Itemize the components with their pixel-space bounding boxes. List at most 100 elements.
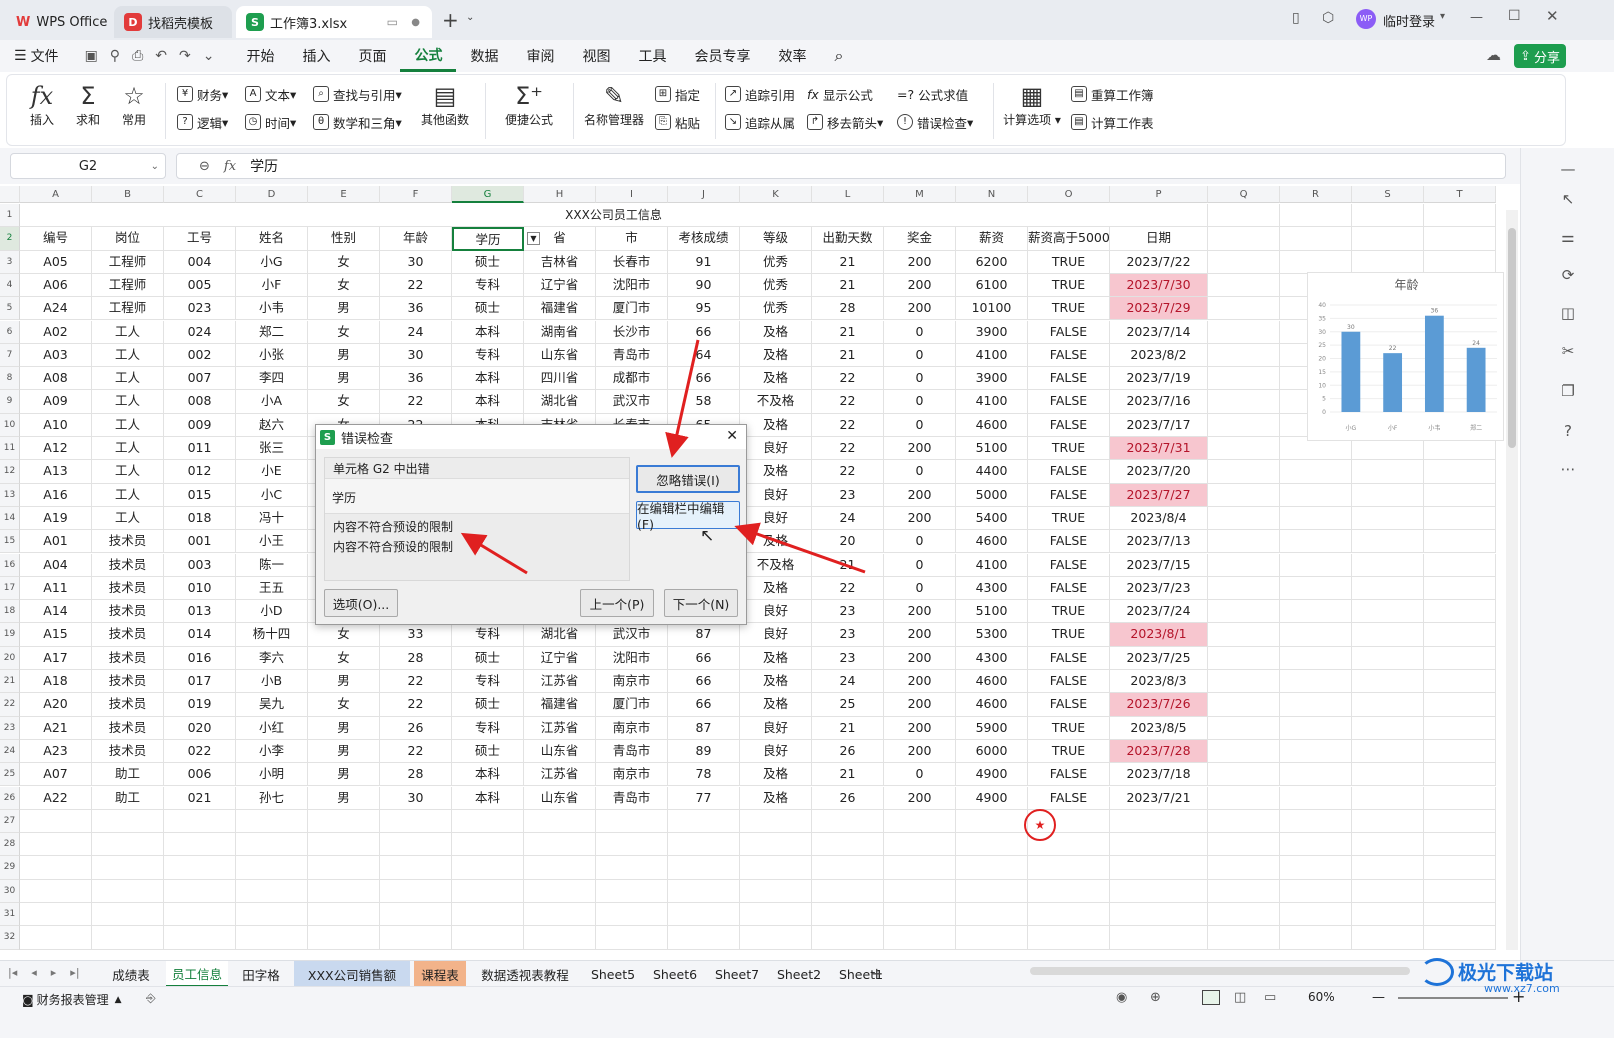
table-row-cell[interactable]: 21 <box>812 553 884 577</box>
add-sheet-icon[interactable]: + <box>870 964 883 983</box>
table-row-cell[interactable]: 工人 <box>92 343 164 368</box>
tab-template[interactable]: D 找稻壳模板 <box>114 6 232 38</box>
table-cell[interactable] <box>1110 903 1208 927</box>
table-cell[interactable] <box>380 833 452 857</box>
table-row-cell[interactable]: 77 <box>668 786 740 810</box>
table-row-cell[interactable]: 4300 <box>956 576 1028 601</box>
avatar[interactable]: WP <box>1356 9 1376 29</box>
table-cell[interactable] <box>1208 273 1280 298</box>
chevron-down-icon[interactable]: ⌄ <box>151 161 159 172</box>
table-row-cell[interactable]: 技术员 <box>92 530 164 554</box>
table-row-cell[interactable]: 21 <box>812 250 884 274</box>
table-row-cell[interactable]: 专科 <box>452 343 524 368</box>
table-row-cell[interactable]: 南京市 <box>596 670 668 694</box>
table-cell[interactable] <box>1424 483 1496 507</box>
table-row-cell[interactable]: 66 <box>668 693 740 717</box>
table-cell[interactable] <box>380 879 452 903</box>
table-row-cell[interactable]: 良好 <box>740 437 812 461</box>
table-row-cell[interactable]: 助工 <box>92 786 164 810</box>
table-row-cell[interactable]: FALSE <box>1028 763 1110 787</box>
table-row-cell[interactable]: A24 <box>20 297 92 321</box>
table-cell[interactable] <box>1424 879 1496 903</box>
sheet-tab[interactable]: 成绩表 <box>100 961 162 987</box>
table-cell[interactable] <box>1208 297 1280 321</box>
table-cell[interactable] <box>164 809 236 834</box>
table-row-cell[interactable]: 工人 <box>92 413 164 437</box>
table-row-cell[interactable]: 89 <box>668 739 740 764</box>
table-cell[interactable] <box>1424 833 1496 857</box>
table-row-cell[interactable]: A10 <box>20 413 92 437</box>
table-cell[interactable] <box>1280 576 1352 601</box>
unsaved-dot-icon[interactable]: ● <box>411 17 420 28</box>
more-icon[interactable]: ⋯ <box>1557 458 1579 480</box>
table-cell[interactable] <box>1208 856 1280 880</box>
table-row-cell[interactable]: 001 <box>164 530 236 554</box>
row-header[interactable]: 12 <box>0 460 20 484</box>
table-cell[interactable] <box>1028 903 1110 927</box>
sheet-tab[interactable]: 数据透视表教程 <box>470 961 580 987</box>
table-row-cell[interactable]: 023 <box>164 297 236 321</box>
table-cell[interactable] <box>1208 600 1280 624</box>
table-row-cell[interactable]: 李六 <box>236 646 308 670</box>
table-cell[interactable] <box>1424 600 1496 624</box>
table-cell[interactable] <box>1280 879 1352 903</box>
table-cell[interactable] <box>236 833 308 857</box>
table-row-cell[interactable]: 小王 <box>236 530 308 554</box>
table-row-cell[interactable]: 小C <box>236 483 308 507</box>
eye-icon[interactable]: ◉ <box>1116 990 1127 1005</box>
tab-workbook[interactable]: S 工作簿3.xlsx ▭ ● <box>236 6 432 38</box>
table-cell[interactable] <box>596 903 668 927</box>
table-row-cell[interactable]: FALSE <box>1028 483 1110 507</box>
sheet-title[interactable]: XXX公司员工信息 <box>20 204 1208 228</box>
table-cell[interactable] <box>740 833 812 857</box>
minimize-icon[interactable]: — <box>1470 10 1483 25</box>
table-row-cell[interactable]: 200 <box>884 693 956 717</box>
table-row-cell[interactable]: 南京市 <box>596 716 668 740</box>
table-cell[interactable] <box>1208 437 1280 461</box>
table-row-cell[interactable]: 江苏省 <box>524 763 596 787</box>
table-row-cell[interactable]: 24 <box>812 670 884 694</box>
table-cell[interactable] <box>1352 227 1424 251</box>
table-cell[interactable] <box>1352 460 1424 484</box>
table-row-cell[interactable]: 005 <box>164 273 236 298</box>
column-header[interactable]: N <box>956 186 1028 203</box>
table-row-cell[interactable]: 女 <box>308 646 380 670</box>
header-cell[interactable]: 市 <box>596 227 668 251</box>
table-row-cell[interactable]: 022 <box>164 739 236 764</box>
table-row-cell[interactable]: 26 <box>380 716 452 740</box>
table-row-cell[interactable]: 010 <box>164 576 236 601</box>
table-cell[interactable] <box>1280 646 1352 670</box>
table-row-cell[interactable]: 及格 <box>740 693 812 717</box>
table-row-cell[interactable]: 优秀 <box>740 250 812 274</box>
normal-view-icon[interactable] <box>1202 990 1220 1005</box>
table-row-cell[interactable]: A01 <box>20 530 92 554</box>
table-row-cell[interactable]: 工人 <box>92 437 164 461</box>
table-row-cell[interactable]: 杨十四 <box>236 623 308 647</box>
table-row-cell[interactable]: 24 <box>812 506 884 531</box>
table-row-cell[interactable]: 2023/7/13 <box>1110 530 1208 554</box>
maximize-icon[interactable]: ☐ <box>1508 8 1521 24</box>
table-row-cell[interactable]: 26 <box>812 739 884 764</box>
table-row-cell[interactable]: 优秀 <box>740 273 812 298</box>
table-row-cell[interactable]: 2023/7/21 <box>1110 786 1208 810</box>
row-header[interactable]: 9 <box>0 390 20 414</box>
row-header[interactable]: 28 <box>0 833 20 857</box>
table-cell[interactable] <box>1280 250 1352 274</box>
table-row-cell[interactable]: 小G <box>236 250 308 274</box>
table-row-cell[interactable]: 本科 <box>452 390 524 414</box>
row-header[interactable]: 14 <box>0 506 20 531</box>
table-cell[interactable] <box>956 879 1028 903</box>
error-check-button[interactable]: ! 错误检查 ▾ <box>897 111 973 133</box>
table-row-cell[interactable]: 22 <box>812 437 884 461</box>
table-cell[interactable] <box>1208 483 1280 507</box>
row-header[interactable]: 32 <box>0 926 20 950</box>
table-row-cell[interactable]: 2023/7/20 <box>1110 460 1208 484</box>
table-row-cell[interactable]: 及格 <box>740 367 812 391</box>
table-cell[interactable] <box>1424 646 1496 670</box>
row-header[interactable]: 6 <box>0 320 20 344</box>
table-cell[interactable] <box>1110 856 1208 880</box>
table-row-cell[interactable]: A22 <box>20 786 92 810</box>
zoom-slider[interactable] <box>1398 997 1508 999</box>
table-cell[interactable] <box>1208 506 1280 531</box>
table-cell[interactable] <box>596 833 668 857</box>
